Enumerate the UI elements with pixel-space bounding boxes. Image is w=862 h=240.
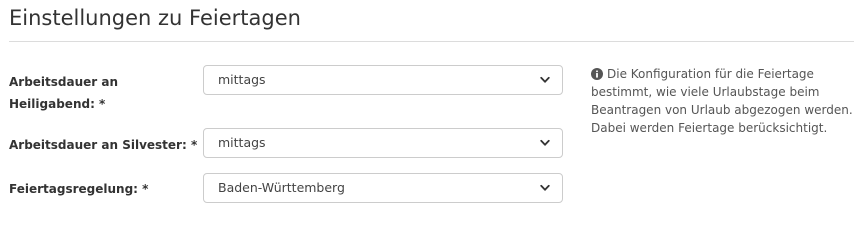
holiday-settings-page: Einstellungen zu Feiertagen Arbeitsdauer…	[0, 0, 862, 226]
christmas-eve-duration-label: Arbeitsdauer an Heiligabend: *	[9, 75, 119, 111]
holiday-rule-label: Feiertagsregelung: *	[9, 182, 149, 196]
holiday-config-info: Die Konfiguration für die Feiertage best…	[591, 65, 853, 137]
info-text: Die Konfiguration für die Feiertage best…	[591, 67, 853, 135]
info-circle-icon	[591, 68, 603, 80]
christmas-eve-duration-select[interactable]: mittags	[203, 65, 563, 95]
new-years-eve-duration-value: mittags	[218, 135, 266, 150]
holiday-rule-value: Baden-Württemberg	[218, 180, 345, 195]
holiday-rule-select[interactable]: Baden-Württemberg	[203, 173, 563, 203]
chevron-down-icon	[540, 76, 550, 83]
section-title: Einstellungen zu Feiertagen	[9, 6, 301, 30]
section-divider	[9, 41, 854, 42]
new-years-eve-duration-select[interactable]: mittags	[203, 128, 563, 158]
christmas-eve-duration-value: mittags	[218, 72, 266, 87]
new-years-eve-duration-label: Arbeitsdauer an Silvester: *	[9, 138, 198, 152]
chevron-down-icon	[540, 184, 550, 191]
chevron-down-icon	[540, 139, 550, 146]
